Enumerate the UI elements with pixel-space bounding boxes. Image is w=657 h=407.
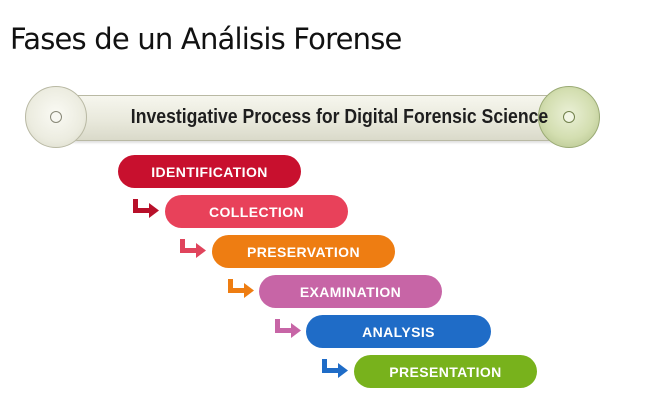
step-collection: COLLECTION xyxy=(165,195,348,228)
scroll-roll-left-icon xyxy=(25,86,87,148)
roll-center xyxy=(563,111,575,123)
scroll-banner: Investigative Process for Digital Forens… xyxy=(25,86,600,148)
step-preservation: PRESERVATION xyxy=(212,235,395,268)
step-examination: EXAMINATION xyxy=(259,275,442,308)
down-right-arrow-icon xyxy=(180,239,206,258)
step-analysis: ANALYSIS xyxy=(306,315,491,348)
roll-center xyxy=(50,111,62,123)
slide-title: Fases de un Análisis Forense xyxy=(10,22,402,56)
down-right-arrow-icon xyxy=(133,199,159,218)
down-right-arrow-icon xyxy=(228,279,254,298)
down-right-arrow-icon xyxy=(275,319,301,338)
step-presentation: PRESENTATION xyxy=(354,355,537,388)
step-identification: IDENTIFICATION xyxy=(118,155,301,188)
banner-title: Investigative Process for Digital Forens… xyxy=(130,105,549,128)
down-right-arrow-icon xyxy=(322,359,348,378)
